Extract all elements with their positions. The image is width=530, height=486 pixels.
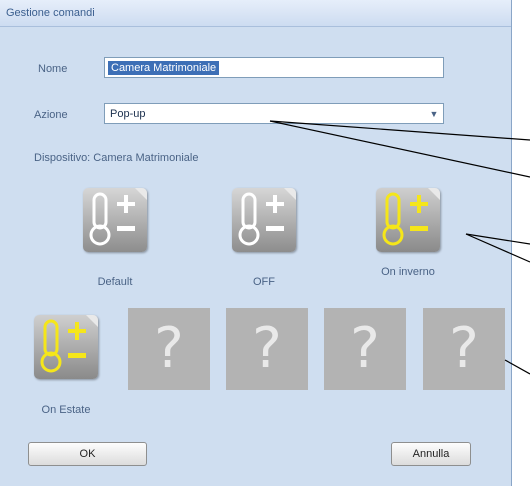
command-on-estate-button[interactable] <box>34 315 98 379</box>
chevron-down-icon[interactable]: ▼ <box>425 104 443 123</box>
name-label: Nome <box>38 63 68 75</box>
device-text: Dispositivo: Camera Matrimoniale <box>34 152 199 164</box>
command-on-inverno-button[interactable] <box>376 188 440 252</box>
cancel-button[interactable]: Annulla <box>391 442 471 466</box>
command-default-button[interactable] <box>83 188 147 252</box>
name-field[interactable]: Camera Matrimoniale <box>104 57 444 78</box>
empty-slot[interactable]: ? <box>128 308 210 390</box>
empty-slot[interactable]: ? <box>324 308 406 390</box>
action-select[interactable]: Pop-up ▼ <box>104 103 444 124</box>
name-value: Camera Matrimoniale <box>108 61 220 75</box>
window-title: Gestione comandi <box>6 7 95 19</box>
command-default-label: Default <box>97 276 133 288</box>
empty-slot[interactable]: ? <box>423 308 505 390</box>
command-dialog: Gestione comandi Nome Camera Matrimonial… <box>0 0 512 486</box>
title-bar: Gestione comandi <box>0 0 511 27</box>
command-on-estate-label: On Estate <box>41 404 91 416</box>
command-on-inverno-label: On inverno <box>381 266 435 278</box>
command-off-button[interactable] <box>232 188 296 252</box>
action-value: Pop-up <box>110 108 146 120</box>
command-off-label: OFF <box>253 276 275 288</box>
action-label: Azione <box>34 109 68 121</box>
ok-button[interactable]: OK <box>28 442 147 466</box>
empty-slot[interactable]: ? <box>226 308 308 390</box>
